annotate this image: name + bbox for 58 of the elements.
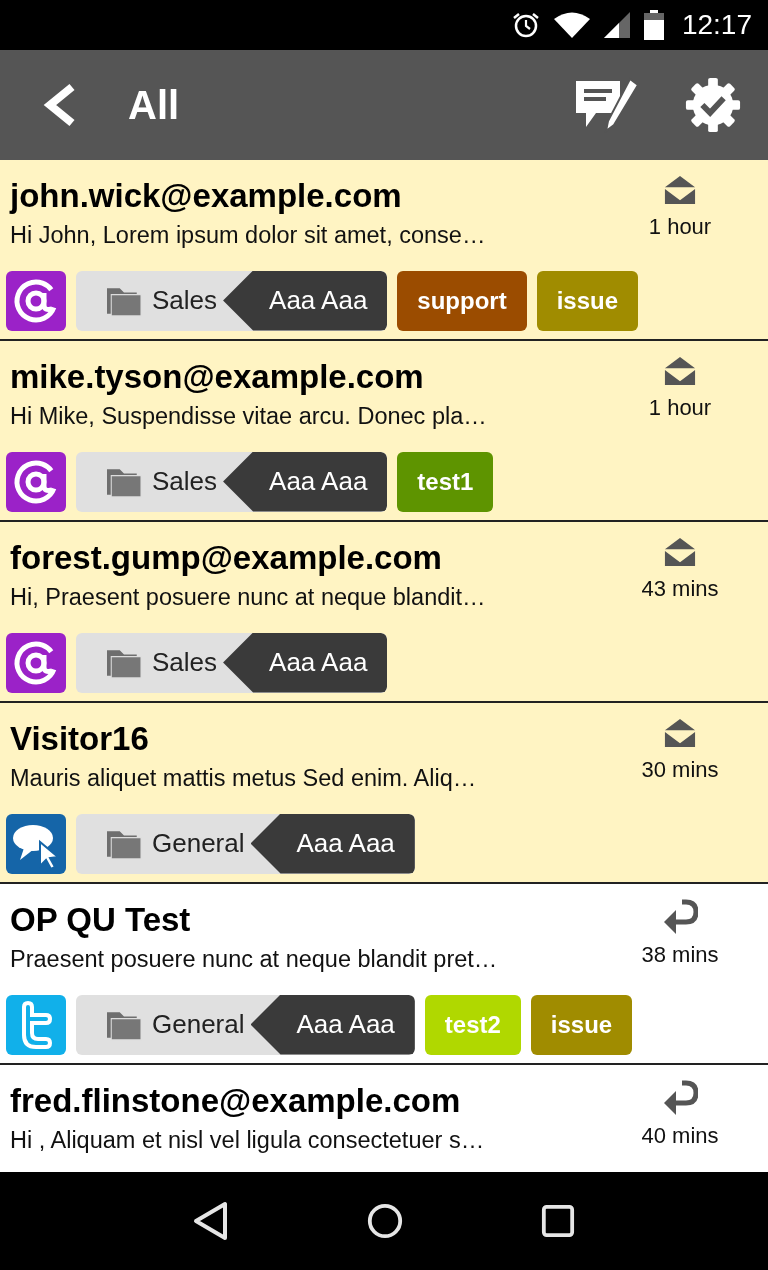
department-name: General [152, 828, 245, 859]
signal-icon [603, 12, 630, 38]
department-name: Sales [152, 647, 218, 678]
message-preview: Hi, Praesent posuere nunc at neque blandit… [10, 583, 487, 612]
agent-name: Aaa Aaa [223, 632, 388, 693]
agent-name: Aaa Aaa [250, 813, 415, 874]
settings-icon[interactable] [684, 76, 742, 134]
message-preview: Hi , Aliquam et nisl vel ligula consectetuer s… [10, 1126, 486, 1155]
agent-name: Aaa Aaa [223, 451, 388, 512]
conversation-row[interactable]: forest.gump@example.com Hi, Praesent posuere nunc at neque blandit… 43 mins Sales Aaa Aaa [0, 522, 768, 703]
time-label: 1 hour [648, 214, 712, 240]
alarm-icon [511, 11, 540, 39]
envelope-icon [663, 717, 697, 749]
tag-label: test1 [397, 451, 494, 512]
reply-icon [662, 898, 698, 934]
envelope-icon [663, 174, 697, 206]
sender-name: john.wick@example.com [10, 176, 403, 216]
sender-name: forest.gump@example.com [10, 538, 443, 578]
email-icon [6, 632, 66, 693]
tag-label: issue [536, 270, 639, 331]
tag-label: test2 [424, 994, 521, 1055]
conversation-row[interactable]: Visitor16 Mauris aliquet mattis metus Sed enim. Aliq… 30 mins General Aaa Aaa [0, 703, 768, 884]
time-label: 1 hour [648, 395, 712, 421]
clock-time: 12:17 [681, 9, 752, 41]
message-preview: Hi John, Lorem ipsum dolor sit amet, conse… [10, 221, 487, 250]
time-label: 43 mins [641, 576, 719, 602]
battery-icon [643, 10, 664, 40]
overview-icon[interactable] [541, 1204, 576, 1238]
tag-label: support [397, 270, 527, 331]
message-preview: Praesent posuere nunc at neque blandit pret… [10, 945, 499, 974]
department-name: Sales [152, 285, 218, 316]
time-label: 30 mins [641, 757, 719, 783]
sender-name: OP QU Test [10, 900, 192, 940]
sender-name: mike.tyson@example.com [10, 357, 425, 397]
time-label: 40 mins [641, 1123, 719, 1149]
sender-name: fred.flinstone@example.com [10, 1081, 462, 1121]
tag-label: issue [530, 994, 633, 1055]
department-name: Sales [152, 466, 218, 497]
home-icon[interactable] [366, 1202, 404, 1240]
time-label: 38 mins [641, 942, 719, 968]
message-preview: Hi Mike, Suspendisse vitae arcu. Donec pla… [10, 402, 488, 431]
envelope-icon [663, 355, 697, 387]
conversation-row[interactable]: mike.tyson@example.com Hi Mike, Suspendisse vitae arcu. Donec pla… 1 hour Sales Aaa Aaa test1 [0, 341, 768, 522]
department-name: General [152, 1009, 245, 1040]
email-icon [6, 451, 66, 512]
chat-icon [6, 813, 66, 874]
message-preview: Mauris aliquet mattis metus Sed enim. Aliq… [10, 764, 478, 793]
agent-name: Aaa Aaa [250, 994, 415, 1055]
back-icon[interactable] [192, 1201, 229, 1241]
agent-name: Aaa Aaa [223, 270, 388, 331]
conversation-row[interactable]: john.wick@example.com Hi John, Lorem ipsum dolor sit amet, conse… 1 hour Sales Aaa Aaa support issue [0, 160, 768, 341]
reply-icon [662, 1079, 698, 1115]
screen-title: All [128, 82, 180, 128]
twitter-icon [6, 994, 66, 1055]
sender-name: Visitor16 [10, 719, 150, 759]
email-icon [6, 270, 66, 331]
envelope-icon [663, 536, 697, 568]
wifi-icon [553, 12, 590, 38]
